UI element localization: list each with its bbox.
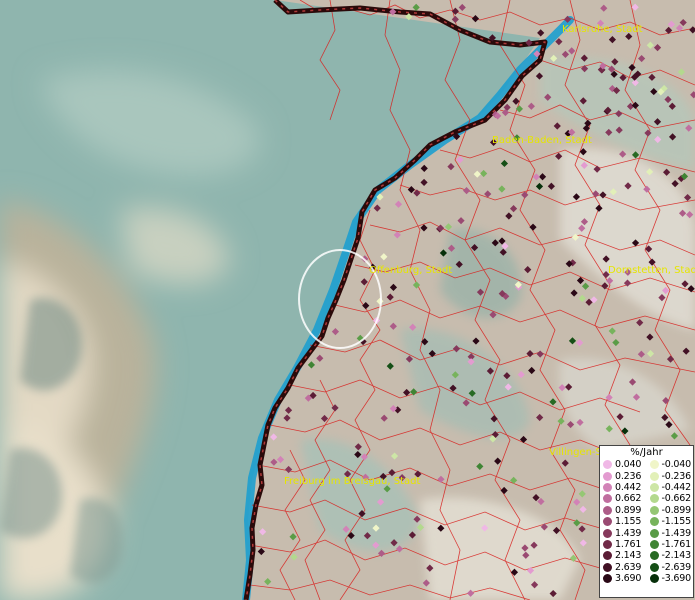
legend-cell-negative: -3.690 bbox=[647, 573, 694, 584]
city-label-karlsruhe: Karlsruhe, Stadt bbox=[562, 24, 643, 35]
legend-value: 1.761 bbox=[615, 538, 642, 550]
legend-swatch bbox=[603, 539, 612, 549]
legend-row: 2.639 -2.639 bbox=[600, 562, 693, 573]
legend-value: -1.761 bbox=[661, 538, 692, 550]
legend-cell-negative: -0.899 bbox=[647, 505, 694, 516]
legend-value: -1.439 bbox=[661, 527, 692, 539]
legend-cell-negative: -0.442 bbox=[647, 482, 694, 493]
legend-value: 2.639 bbox=[615, 561, 642, 573]
legend-cell-positive: 1.155 bbox=[600, 516, 647, 527]
legend-swatch bbox=[603, 471, 612, 481]
legend-cell-positive: 2.143 bbox=[600, 550, 647, 561]
legend-cell-negative: -2.639 bbox=[647, 562, 694, 573]
legend-row: 1.761 -1.761 bbox=[600, 539, 693, 550]
legend-value: 3.690 bbox=[615, 573, 642, 585]
legend-value: 2.143 bbox=[615, 550, 642, 562]
legend-swatch bbox=[603, 505, 612, 515]
legend-row: 1.439 -1.439 bbox=[600, 527, 694, 539]
legend-swatch bbox=[649, 505, 659, 515]
legend-value: 1.155 bbox=[615, 516, 642, 528]
legend-cell-negative: -1.155 bbox=[647, 516, 694, 527]
legend-swatch bbox=[603, 460, 612, 470]
legend-row: 0.899 -0.899 bbox=[600, 505, 693, 516]
legend: %/Jahr 0.040 -0.040 0.236 -0.236 0.442 -0.442… bbox=[599, 445, 694, 598]
legend-swatch bbox=[649, 517, 659, 527]
legend-swatch bbox=[603, 562, 612, 572]
city-label-dornstetten: Dornstetten, Stadt bbox=[608, 265, 695, 276]
city-label-baden-baden: Baden-Baden, Stadt bbox=[492, 135, 592, 146]
legend-value: 0.899 bbox=[615, 504, 642, 516]
legend-value: -0.899 bbox=[661, 504, 692, 516]
legend-cell-negative: -0.236 bbox=[647, 471, 694, 482]
legend-row: 2.143 -2.143 bbox=[600, 550, 693, 561]
legend-value: -3.690 bbox=[661, 573, 692, 585]
legend-cell-positive: 0.236 bbox=[600, 471, 647, 482]
legend-value: -0.662 bbox=[661, 493, 692, 505]
legend-cell-positive: 0.040 bbox=[600, 459, 647, 470]
legend-swatch bbox=[603, 517, 612, 527]
legend-cell-positive: 1.761 bbox=[600, 539, 647, 550]
legend-cell-negative: -0.662 bbox=[647, 493, 694, 504]
legend-row: 0.236 -0.236 bbox=[600, 470, 694, 482]
legend-value: -0.442 bbox=[661, 481, 692, 493]
legend-row: 0.442 -0.442 bbox=[600, 482, 693, 493]
legend-swatch bbox=[649, 471, 659, 481]
legend-value: 0.662 bbox=[615, 493, 642, 505]
legend-swatch bbox=[649, 528, 659, 538]
legend-cell-negative: -1.439 bbox=[647, 528, 694, 539]
magnifier-circle bbox=[298, 249, 382, 349]
legend-swatch bbox=[649, 460, 659, 470]
legend-swatch bbox=[603, 528, 612, 538]
legend-swatch bbox=[603, 551, 612, 561]
legend-value: 0.236 bbox=[615, 470, 642, 482]
legend-swatch bbox=[649, 539, 659, 549]
legend-swatch bbox=[649, 574, 659, 584]
legend-swatch bbox=[603, 574, 612, 584]
legend-cell-negative: -1.761 bbox=[647, 539, 694, 550]
legend-swatch bbox=[649, 494, 659, 504]
legend-swatch bbox=[649, 551, 659, 561]
legend-cell-negative: -2.143 bbox=[647, 550, 694, 561]
legend-row: 0.040 -0.040 bbox=[600, 459, 693, 470]
legend-value: -2.143 bbox=[661, 550, 692, 562]
legend-value: -0.040 bbox=[661, 459, 692, 471]
legend-row: 3.690 -3.690 bbox=[600, 573, 693, 584]
legend-cell-positive: 0.899 bbox=[600, 505, 647, 516]
city-label-freiburg: Freiburg im Breisgau, Stadt bbox=[284, 476, 421, 487]
legend-row: 0.662 -0.662 bbox=[600, 493, 693, 504]
legend-value: 0.442 bbox=[615, 481, 642, 493]
legend-swatch bbox=[649, 562, 659, 572]
legend-cell-positive: 1.439 bbox=[600, 528, 647, 539]
legend-value: 0.040 bbox=[615, 459, 642, 471]
legend-title: %/Jahr bbox=[630, 447, 663, 458]
legend-cell-negative: -0.040 bbox=[647, 459, 694, 470]
legend-swatch bbox=[649, 482, 659, 492]
legend-swatch bbox=[603, 482, 612, 492]
legend-value: 1.439 bbox=[615, 527, 642, 539]
legend-value: -1.155 bbox=[661, 516, 692, 528]
legend-cell-positive: 2.639 bbox=[600, 562, 647, 573]
legend-cell-positive: 0.662 bbox=[600, 493, 647, 504]
legend-value: -2.639 bbox=[661, 561, 692, 573]
legend-rows: 0.040 -0.040 0.236 -0.236 0.442 -0.442 0.662 -0… bbox=[600, 459, 693, 584]
legend-swatch bbox=[603, 494, 612, 504]
legend-row: 1.155 -1.155 bbox=[600, 516, 693, 527]
legend-value: -0.236 bbox=[661, 470, 692, 482]
city-label-offenburg: Offenburg, Stadt bbox=[369, 265, 453, 276]
legend-cell-positive: 0.442 bbox=[600, 482, 647, 493]
legend-cell-positive: 3.690 bbox=[600, 573, 647, 584]
